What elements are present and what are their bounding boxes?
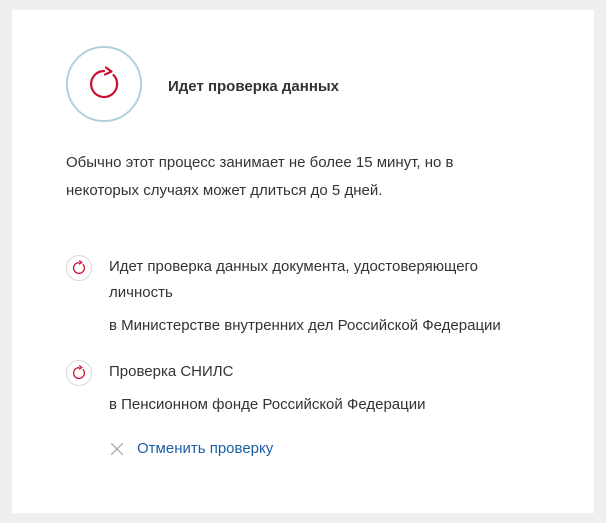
close-icon [110, 442, 124, 455]
check-organization: в Пенсионном фонде Российской Федерации [109, 396, 426, 413]
status-title: Идет проверка данных [168, 77, 340, 95]
check-status-icon [66, 255, 92, 281]
status-description: Обычно этот процесс занимает не более 15… [66, 154, 454, 199]
check-title: Идет проверка данных документа, удостове… [109, 258, 479, 301]
refresh-icon [90, 66, 119, 99]
cancel-check-button[interactable]: Отменить проверку [110, 440, 273, 457]
check-status-icon [66, 360, 92, 386]
refresh-icon [72, 365, 86, 380]
status-icon-circle [66, 46, 142, 122]
refresh-icon [72, 260, 86, 275]
cancel-check-link[interactable]: Отменить проверку [137, 440, 273, 457]
check-item-identity-document: Идет проверка данных документа, удостове… [66, 254, 529, 336]
check-title: Проверка СНИЛС [109, 363, 234, 380]
status-header: Идет проверка данных [66, 46, 339, 122]
check-item-snils: Проверка СНИЛС в Пенсионном фонде Россий… [66, 359, 529, 415]
check-organization: в Министерстве внутренних дел Российской… [109, 317, 501, 334]
verification-card: Идет проверка данных Обычно этот процесс… [12, 10, 594, 513]
